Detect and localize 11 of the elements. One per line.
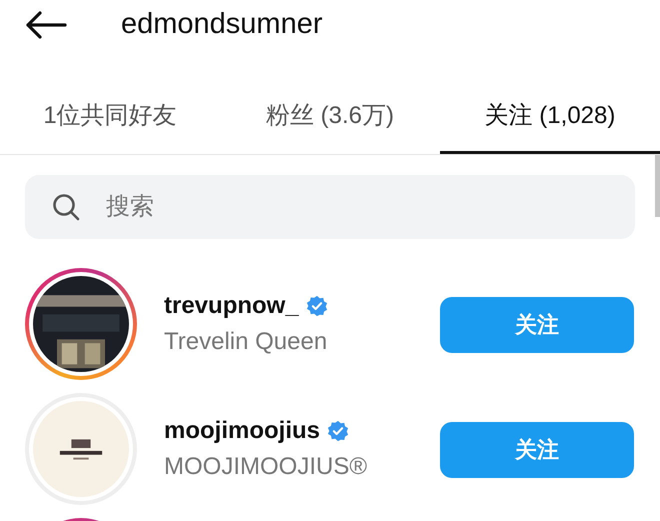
search-field[interactable]: 搜索	[25, 175, 635, 239]
username[interactable]: moojimoojius	[164, 412, 320, 448]
profile-username: edmondsumner	[121, 7, 322, 42]
scrollbar[interactable]	[655, 155, 660, 217]
tab[interactable]: 粉丝 (3.6万)	[220, 88, 440, 154]
display-name: Trevelin Queen	[164, 326, 328, 356]
display-name: MOOJIMOOJIUS®	[164, 452, 368, 482]
tab[interactable]: 1位共同好友	[0, 88, 220, 154]
username[interactable]: trevupnow_	[164, 288, 299, 324]
back-arrow-icon[interactable]	[25, 11, 67, 39]
tab[interactable]: 关注 (1,028)	[440, 88, 660, 154]
